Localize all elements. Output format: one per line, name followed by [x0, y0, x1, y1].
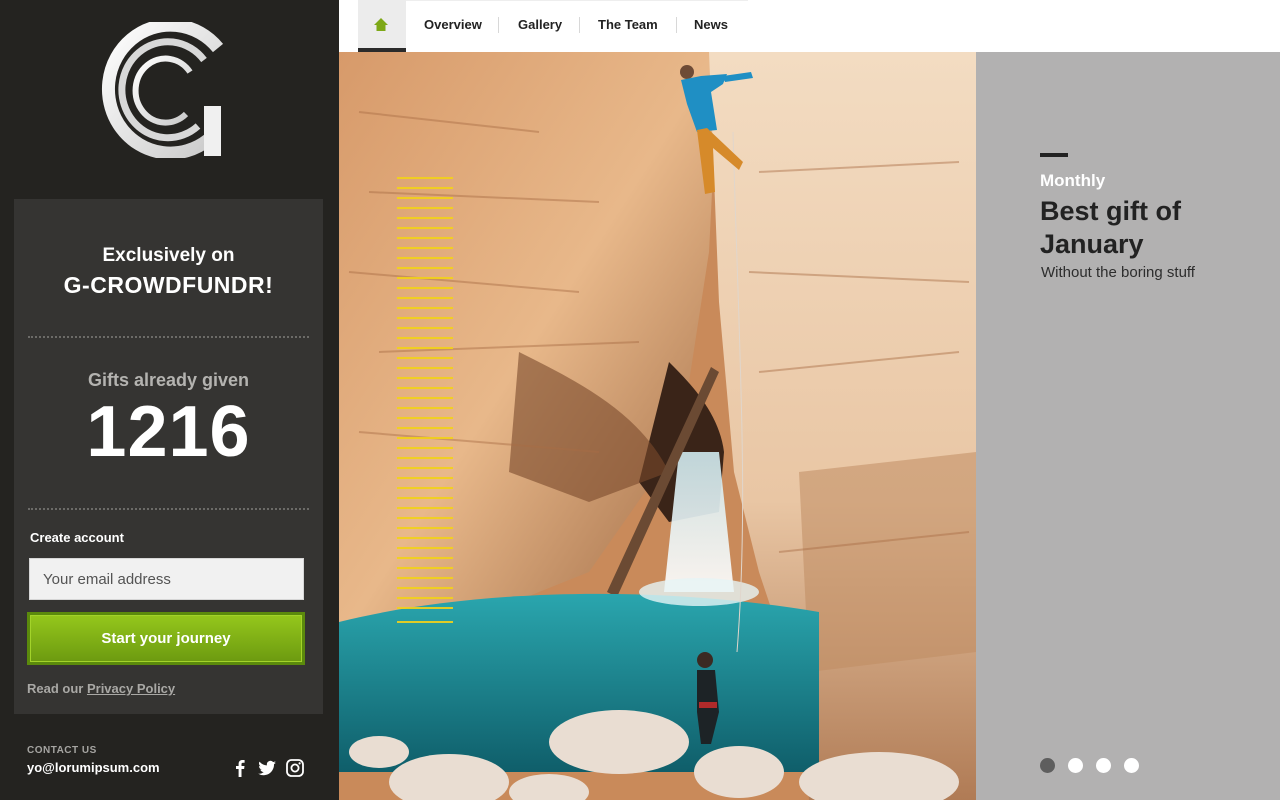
dotted-divider — [28, 336, 309, 338]
facebook-icon[interactable] — [230, 758, 250, 778]
panel-kicker: Monthly — [1040, 171, 1106, 190]
start-journey-button[interactable]: Start your journey — [27, 612, 305, 665]
nav-separator — [676, 17, 677, 33]
nav-separator — [498, 17, 499, 33]
contact-email[interactable]: yo@lorumipsum.com — [27, 760, 160, 775]
privacy-prefix: Read our — [27, 681, 87, 696]
pager-dot-4[interactable] — [1124, 758, 1139, 773]
sidebar: Exclusively on G-CROWDFUNDR! Gifts alrea… — [0, 0, 339, 800]
hero-photo — [339, 52, 976, 800]
brand-name: G-CROWDFUNDR! — [63, 272, 274, 298]
signup-card: Exclusively on G-CROWDFUNDR! Gifts alrea… — [14, 199, 323, 714]
panel-title: Best gift of January — [1040, 196, 1181, 259]
nav-news[interactable]: News — [694, 17, 728, 32]
gifts-label: Gifts already given — [87, 370, 250, 390]
pager-dot-3[interactable] — [1096, 758, 1111, 773]
nav-top-rule — [406, 0, 748, 1]
top-nav: Overview Gallery The Team News — [339, 0, 1280, 52]
privacy-policy-link[interactable]: Privacy Policy — [87, 681, 175, 696]
home-button[interactable] — [358, 0, 406, 52]
email-field[interactable] — [29, 558, 304, 600]
dotted-divider — [28, 508, 309, 510]
featured-panel: Monthly Best gift of January Without the… — [976, 52, 1280, 800]
nav-gallery[interactable]: Gallery — [518, 17, 562, 32]
privacy-text: Read our Privacy Policy — [27, 681, 175, 696]
panel-dash — [1040, 153, 1068, 157]
home-icon — [374, 18, 388, 31]
panel-subtitle: Without the boring stuff — [1041, 264, 1195, 281]
create-account-label: Create account — [30, 530, 124, 545]
gifts-count: 1216 — [86, 392, 251, 472]
exclusive-text: Exclusively on — [102, 245, 235, 266]
pager-dot-2[interactable] — [1068, 758, 1083, 773]
nav-the-team[interactable]: The Team — [598, 17, 658, 32]
instagram-icon[interactable] — [285, 758, 305, 778]
contact-label: CONTACT US — [27, 745, 97, 756]
nav-separator — [579, 17, 580, 33]
twitter-icon[interactable] — [257, 758, 277, 778]
g-crowdfundr-logo[interactable] — [100, 18, 224, 160]
nav-overview[interactable]: Overview — [424, 17, 482, 32]
pager-dot-1[interactable] — [1040, 758, 1055, 773]
